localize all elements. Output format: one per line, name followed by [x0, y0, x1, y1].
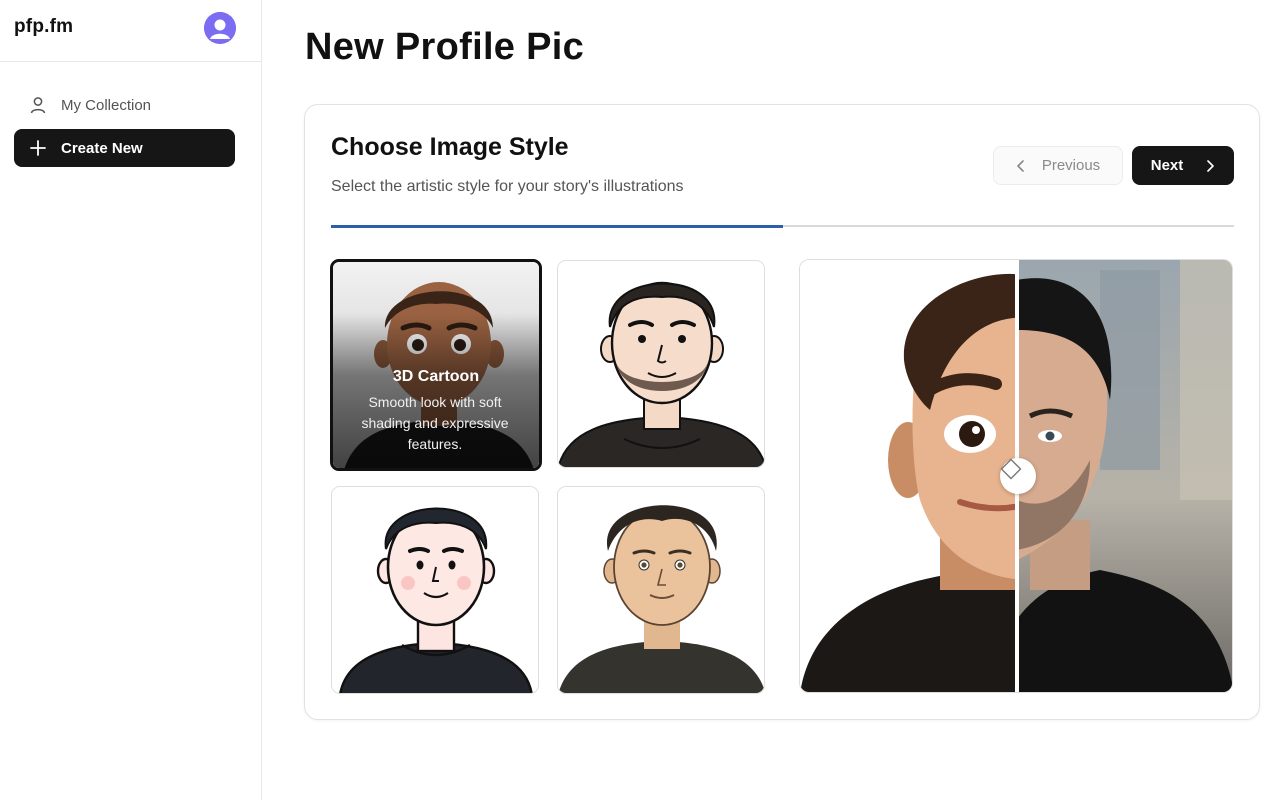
style-option-3d-cartoon[interactable]: 3D Cartoon Smooth look with soft shading… — [330, 259, 542, 471]
brand-logo[interactable]: pfp.fm — [14, 16, 73, 38]
step-title: Choose Image Style — [331, 133, 569, 161]
style-step-card: Choose Image Style Select the artistic s… — [304, 104, 1260, 720]
next-button-label: Next — [1150, 157, 1184, 174]
chevron-left-icon — [1017, 159, 1024, 172]
page-title: New Profile Pic — [305, 26, 585, 68]
watercolor-portrait — [558, 487, 764, 693]
avatar-user-icon — [204, 12, 236, 44]
user-icon — [28, 95, 48, 115]
avatar[interactable] — [204, 12, 236, 44]
step-subtitle: Select the artistic style for your story… — [331, 178, 684, 195]
sidebar-header: pfp.fm — [0, 0, 261, 62]
sidebar-item-label: Create New — [61, 139, 143, 157]
previous-button[interactable]: Previous — [993, 146, 1123, 185]
style-comparison-preview[interactable] — [799, 259, 1233, 693]
sidebar: pfp.fm My Collection Create New — [0, 0, 262, 800]
step-progress-track — [331, 224, 1234, 228]
style-name: 3D Cartoon — [392, 368, 480, 385]
comparison-slider-handle[interactable] — [1000, 458, 1036, 494]
style-option-3[interactable] — [331, 486, 539, 694]
sidebar-item-create-new[interactable]: Create New — [14, 129, 235, 167]
style-description: Smooth look with soft shading and expres… — [361, 394, 509, 452]
sidebar-item-my-collection[interactable]: My Collection — [14, 86, 235, 124]
style-option-4[interactable] — [557, 486, 765, 694]
plus-icon — [28, 138, 48, 158]
chevron-right-icon — [1207, 159, 1215, 172]
diamond-icon — [1000, 458, 1022, 480]
next-button[interactable]: Next — [1132, 146, 1234, 185]
step-progress-fill — [331, 224, 783, 228]
flat-cartoon-portrait — [332, 487, 538, 693]
previous-button-label: Previous — [1041, 157, 1101, 174]
sidebar-nav: My Collection Create New — [14, 86, 235, 172]
style-option-2[interactable] — [557, 260, 765, 468]
sketch-portrait — [558, 261, 764, 467]
sidebar-item-label: My Collection — [61, 96, 152, 114]
